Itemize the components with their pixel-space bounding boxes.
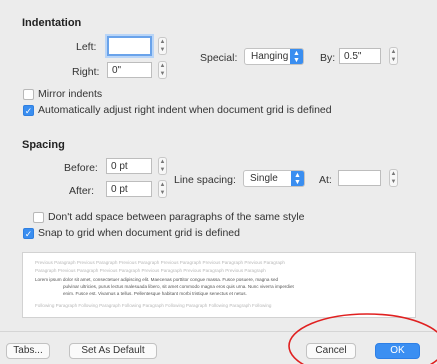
preview-following-line: Following Paragraph Following Paragraph … (35, 303, 272, 308)
dont-add-space-label: Don't add space between paragraphs of th… (48, 211, 305, 223)
dont-add-space-checkbox[interactable] (33, 212, 44, 223)
tabs-button[interactable]: Tabs... (6, 343, 50, 359)
before-stepper[interactable]: ▲ ▼ (158, 157, 167, 175)
line-spacing-label: Line spacing: (174, 174, 236, 186)
right-indent-field[interactable]: 0" (107, 62, 152, 78)
mirror-indents-checkbox[interactable] (23, 89, 34, 100)
indentation-title: Indentation (22, 17, 82, 29)
set-as-default-button[interactable]: Set As Default (69, 343, 157, 359)
preview-sample-line: Lorem ipsum dolor sit amet, consectetuer… (35, 277, 279, 282)
left-label: Left: (76, 41, 97, 53)
snap-to-grid-checkbox[interactable]: ✓ (23, 228, 34, 239)
right-label: Right: (72, 66, 100, 78)
preview-sample-line: pulvinar ultricies, purus lectus malesua… (63, 284, 294, 289)
by-label: By: (320, 52, 336, 64)
preview-sample-line: enim. Fusce est. Vivamus a tellus. Pelle… (63, 291, 247, 296)
by-stepper[interactable]: ▲ ▼ (389, 47, 398, 65)
preview-previous-line: Paragraph Previous Paragraph Previous Pa… (35, 268, 266, 273)
by-field[interactable]: 0.5" (339, 48, 381, 64)
special-select[interactable]: Hanging ▲ ▼ (244, 48, 304, 65)
preview-previous-line: Previous Paragraph Previous Paragraph Pr… (35, 260, 285, 265)
after-field[interactable]: 0 pt (106, 181, 152, 197)
auto-adjust-label: Automatically adjust right indent when d… (38, 104, 332, 116)
chevron-updown-icon: ▲ ▼ (290, 49, 303, 64)
auto-adjust-checkbox[interactable]: ✓ (23, 105, 34, 116)
right-indent-stepper[interactable]: ▲ ▼ (158, 61, 167, 79)
left-indent-field[interactable] (107, 36, 152, 56)
after-stepper[interactable]: ▲ ▼ (158, 180, 167, 198)
before-label: Before: (64, 162, 98, 174)
spacing-title: Spacing (22, 139, 65, 151)
line-spacing-value: Single (250, 173, 278, 184)
at-label: At: (319, 174, 332, 186)
chevron-updown-icon: ▲ ▼ (291, 171, 304, 186)
highlight-ellipse-annotation (288, 313, 437, 364)
mirror-indents-label: Mirror indents (38, 88, 103, 100)
left-indent-stepper[interactable]: ▲ ▼ (158, 37, 167, 55)
at-field[interactable] (338, 170, 381, 186)
line-spacing-select[interactable]: Single ▲ ▼ (243, 170, 305, 187)
at-stepper[interactable]: ▲ ▼ (389, 169, 398, 187)
special-label: Special: (200, 52, 238, 64)
special-value: Hanging (251, 51, 289, 62)
snap-to-grid-label: Snap to grid when document grid is defin… (38, 227, 240, 239)
after-label: After: (69, 185, 95, 197)
before-field[interactable]: 0 pt (106, 158, 152, 174)
